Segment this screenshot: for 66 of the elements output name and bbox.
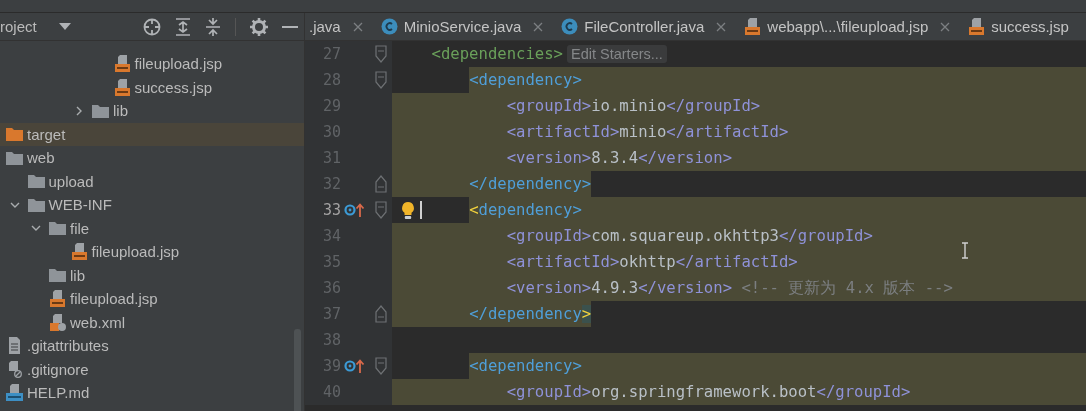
folder-icon — [6, 150, 23, 165]
editor-tab[interactable]: success.jsp — [960, 13, 1079, 40]
fold-marker-icon[interactable] — [374, 71, 387, 89]
markdown-file-icon — [6, 384, 23, 402]
folder-icon — [27, 174, 45, 189]
code-text: <dependencies> — [431, 44, 563, 65]
tree-item[interactable]: file — [0, 216, 304, 240]
file-icon — [49, 290, 66, 308]
tree-item[interactable]: target — [0, 122, 304, 146]
collapse-all-icon[interactable] — [205, 17, 221, 36]
tree-item[interactable]: success.jsp — [0, 75, 304, 99]
close-icon[interactable] — [940, 21, 951, 32]
folder-icon — [6, 127, 23, 142]
tree-item[interactable]: WEB-INF — [0, 193, 304, 217]
folder-icon — [49, 221, 66, 236]
fold-marker-icon[interactable] — [374, 357, 387, 375]
close-icon[interactable] — [352, 21, 363, 32]
fold-marker-icon[interactable] — [374, 305, 387, 323]
fold-marker-icon[interactable] — [374, 201, 387, 219]
chevron-right-icon[interactable] — [74, 105, 84, 116]
file-icon — [113, 78, 131, 96]
class-icon — [561, 18, 579, 35]
tree-item[interactable]: web — [0, 146, 304, 170]
file-icon — [744, 18, 762, 35]
inlay-hint[interactable]: Edit Starters... — [567, 45, 667, 63]
tree-item[interactable]: fileupload.jsp — [0, 287, 304, 311]
lightbulb-icon[interactable] — [401, 200, 415, 220]
editor-tab[interactable]: FileController.java — [553, 13, 737, 40]
xml-file-icon — [49, 313, 66, 331]
tree-item[interactable]: HELP.md — [0, 381, 304, 405]
text-caret — [420, 201, 422, 219]
settings-icon[interactable] — [250, 17, 268, 36]
tree-item[interactable]: .gitignore — [0, 357, 304, 381]
file-icon — [968, 18, 986, 35]
editor-tab[interactable]: MinioService.java — [372, 13, 554, 40]
fold-marker-icon[interactable] — [374, 45, 387, 63]
tree-item[interactable]: web.xml — [0, 310, 304, 334]
editor-tab[interactable]: webapp\...\fileupload.jsp — [736, 13, 961, 40]
line-number: 33 — [321, 201, 341, 219]
fold-marker-icon[interactable] — [374, 175, 387, 193]
locate-icon[interactable] — [143, 17, 161, 36]
close-icon[interactable] — [533, 21, 544, 32]
ignored-file-icon — [6, 360, 23, 378]
folder-icon — [27, 197, 45, 212]
tree-item[interactable]: lib — [0, 99, 304, 123]
folder-icon — [92, 103, 109, 118]
dropdown-caret-icon[interactable] — [58, 22, 71, 31]
implements-icon[interactable] — [344, 202, 366, 218]
tree-item[interactable]: .gitattributes — [0, 334, 304, 358]
document-icon — [6, 337, 23, 355]
tree-item[interactable]: lib — [0, 263, 304, 287]
expand-all-icon[interactable] — [175, 17, 191, 36]
tree-item[interactable]: upload — [0, 169, 304, 193]
code-text: </dependency> — [469, 301, 592, 327]
text-cursor-icon — [961, 242, 969, 259]
implements-icon[interactable] — [344, 358, 366, 374]
panel-title[interactable]: roject — [0, 18, 37, 35]
editor-tab[interactable]: .java — [305, 13, 373, 40]
close-icon[interactable] — [716, 21, 727, 32]
tree-item[interactable]: fileupload.jsp — [0, 240, 304, 264]
class-icon — [380, 18, 398, 35]
code-text: </dependency> — [469, 171, 592, 197]
folder-icon — [49, 268, 66, 283]
tree-item[interactable]: fileupload.jsp — [0, 52, 304, 76]
file-icon — [70, 243, 88, 261]
file-icon — [113, 55, 131, 73]
